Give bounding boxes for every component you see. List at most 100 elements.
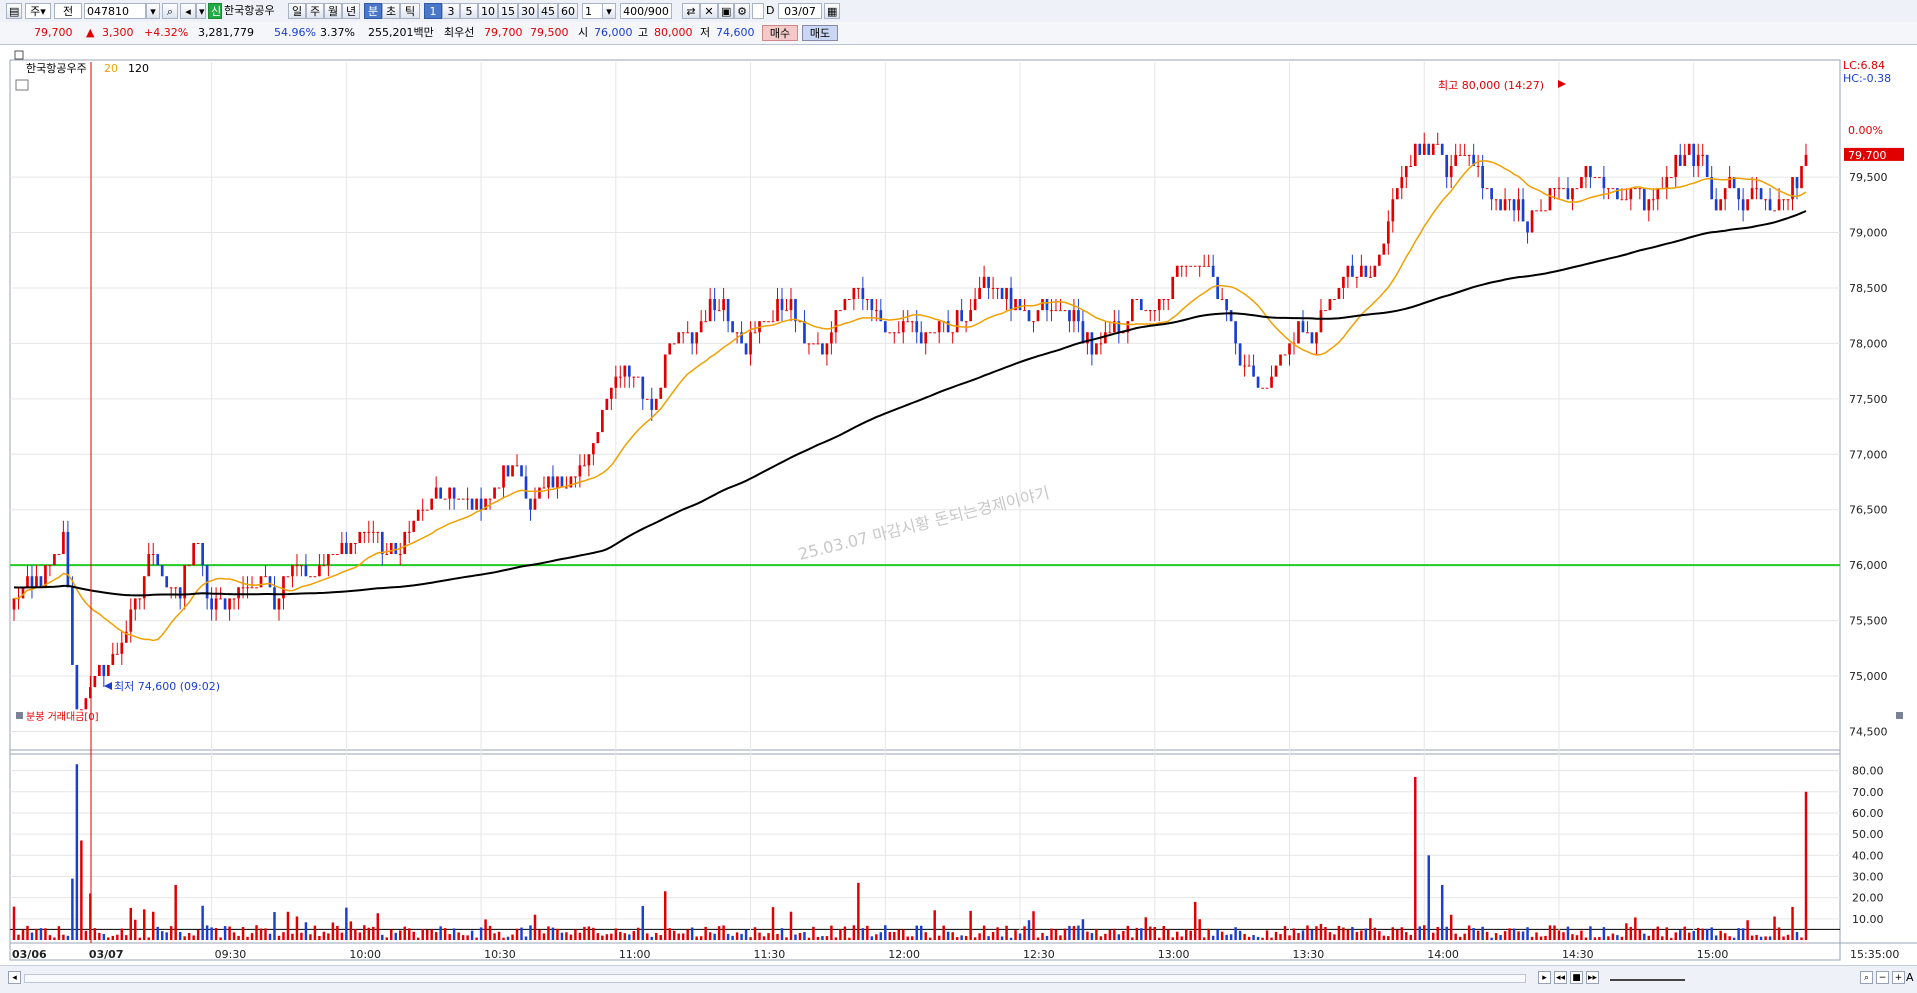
speaker-icon[interactable]: ◂: [180, 3, 196, 19]
candle-body: [479, 498, 483, 510]
candle-body: [336, 554, 339, 556]
period-year[interactable]: 년: [342, 3, 360, 19]
volume-bar: [681, 933, 685, 940]
cross-icon[interactable]: ✕: [700, 3, 718, 19]
period-minute[interactable]: 분: [364, 3, 382, 19]
candle-body: [169, 587, 173, 589]
rewind-icon[interactable]: ▸: [1538, 971, 1551, 984]
speed-slider[interactable]: [1610, 979, 1685, 981]
interval-45[interactable]: 45: [538, 3, 558, 19]
scope-select[interactable]: 전: [54, 3, 82, 19]
interval-60[interactable]: 60: [558, 3, 578, 19]
speaker-dropdown-icon[interactable]: ▾: [196, 3, 206, 19]
period-second[interactable]: 초: [382, 3, 400, 19]
candle-body: [434, 487, 438, 499]
date-input[interactable]: 03/07: [778, 3, 822, 19]
volume-bar: [1050, 928, 1053, 940]
prev-icon[interactable]: ◂◂: [1554, 971, 1567, 984]
chart-menu-icon[interactable]: ▤: [6, 3, 22, 19]
candle-body: [1068, 310, 1071, 322]
search-icon[interactable]: ⌕: [162, 3, 178, 19]
candle-body: [1741, 199, 1745, 211]
interval-1[interactable]: 1: [424, 3, 442, 19]
count-dropdown-icon[interactable]: ▾: [602, 3, 616, 19]
interval-30[interactable]: 30: [518, 3, 538, 19]
volume-bar: [1328, 932, 1332, 940]
volume-bar: [399, 930, 402, 940]
candle-body: [1324, 310, 1327, 312]
candle-body: [1764, 199, 1767, 201]
candle-body: [385, 554, 389, 556]
font-a-icon[interactable]: A: [1906, 971, 1914, 984]
volume-bar: [1382, 935, 1386, 940]
candle-body: [1656, 188, 1660, 200]
plus-icon[interactable]: +: [1892, 971, 1905, 984]
volume-bar: [84, 930, 88, 940]
volume-bar: [367, 927, 371, 940]
stop-icon[interactable]: ■: [1570, 971, 1583, 984]
chart-area[interactable]: 74,500 75,000 75,500 76,000 76,500 77,000 77,5…: [0, 45, 1917, 965]
candle-body: [1638, 188, 1642, 190]
candle-body: [1629, 188, 1633, 200]
candle-body: [448, 487, 451, 499]
candle-body: [654, 398, 658, 410]
time-tick-label: 15:35:00: [1850, 948, 1899, 961]
candle-body: [1342, 276, 1345, 288]
period-tick[interactable]: 틱: [400, 3, 420, 19]
candle-body: [515, 465, 519, 467]
period-month[interactable]: 월: [324, 3, 342, 19]
code-dropdown-icon[interactable]: ▾: [146, 3, 160, 19]
volume-bar: [583, 926, 586, 940]
candle-body: [1696, 154, 1700, 166]
interval-5[interactable]: 5: [460, 3, 478, 19]
scrollbar-track[interactable]: [24, 974, 1526, 983]
save-icon[interactable]: ▣: [718, 3, 734, 19]
candle-body: [960, 310, 963, 322]
panel-menu-icon[interactable]: [14, 50, 24, 60]
volume-bar: [246, 936, 249, 940]
next-icon[interactable]: ▸▸: [1586, 971, 1599, 984]
volume-panel-close-icon[interactable]: [1896, 712, 1903, 719]
range-field[interactable]: 400/900: [620, 3, 672, 19]
minus-icon[interactable]: −: [1876, 971, 1889, 984]
gear-icon[interactable]: ⚙: [734, 3, 750, 19]
volume-bar: [12, 906, 16, 940]
candle-body: [565, 487, 568, 489]
candle-body: [443, 498, 447, 500]
market-select[interactable]: 주▾: [25, 3, 51, 19]
volume-bar: [1252, 935, 1255, 940]
d-checkbox[interactable]: [752, 3, 764, 19]
volume-bar: [848, 937, 851, 940]
stock-code-input[interactable]: 047810: [84, 3, 146, 19]
interval-15[interactable]: 15: [498, 3, 518, 19]
candle-body: [614, 376, 618, 388]
candle-body: [309, 576, 312, 578]
period-week[interactable]: 주: [306, 3, 324, 19]
candle-body: [1463, 154, 1467, 156]
link-icon[interactable]: ⇄: [682, 3, 700, 19]
candle-body: [147, 554, 151, 577]
candle-body: [547, 476, 550, 488]
zoom-icon[interactable]: ⌕: [1860, 971, 1873, 984]
chart-canvas[interactable]: 74,500 75,000 75,500 76,000 76,500 77,000 77,5…: [0, 45, 1917, 965]
ratio-1: 54.96%: [274, 26, 316, 39]
volume-panel-icon[interactable]: [16, 712, 23, 719]
buy-button[interactable]: 매수: [762, 25, 798, 41]
interval-3[interactable]: 3: [442, 3, 460, 19]
candle-body: [1526, 221, 1529, 233]
interval-10[interactable]: 10: [478, 3, 498, 19]
sell-button[interactable]: 매도: [802, 25, 838, 41]
volume-bar: [1467, 925, 1471, 940]
volume-bar: [147, 937, 150, 940]
candle-body: [246, 587, 249, 589]
scroll-left-icon[interactable]: ◂: [8, 971, 21, 984]
volume-bar: [1265, 930, 1269, 940]
candle-body: [48, 565, 52, 567]
candle-body: [1804, 154, 1808, 166]
period-day[interactable]: 일: [288, 3, 306, 19]
volume-bar: [875, 934, 878, 940]
volume-bar: [1485, 931, 1489, 940]
candle-body: [1081, 321, 1085, 344]
candle-body: [71, 587, 74, 665]
calendar-icon[interactable]: ▦: [824, 3, 840, 19]
